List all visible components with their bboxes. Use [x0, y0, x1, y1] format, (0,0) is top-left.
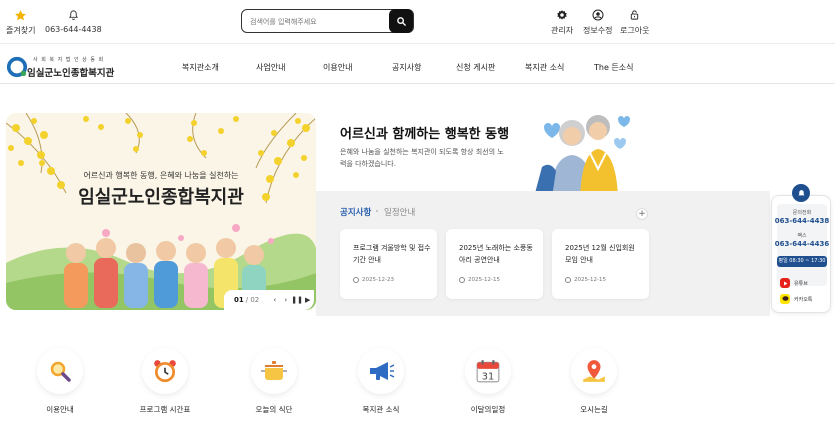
- nav-item-news[interactable]: 복지관 소식: [525, 62, 564, 73]
- main-navigation: 사 회 복 지 법 인 상 동 회 임실군노인종합복지관 복지관소개 사업안내 …: [0, 48, 835, 84]
- quick-menu-label: 이달의일정: [470, 405, 506, 414]
- lock-icon: [629, 8, 640, 22]
- phone-link[interactable]: 063-644-4438: [45, 8, 102, 34]
- admin-label: 관리자: [551, 26, 574, 35]
- favorites-button[interactable]: 즐겨찾기: [6, 8, 35, 36]
- contact-label: 문의전화: [792, 210, 812, 216]
- next-slide-icon[interactable]: ›: [280, 296, 291, 304]
- nav-item-notices[interactable]: 공지사항: [392, 62, 421, 73]
- intro-title: 어르신과 함께하는 행복한 동행: [340, 127, 510, 142]
- admin-button[interactable]: 관리자: [551, 8, 573, 36]
- megaphone-icon: [358, 348, 404, 394]
- magnifier-icon: [37, 348, 83, 394]
- fax-label: 팩스: [797, 233, 807, 239]
- page: 즐겨찾기 063-644-4438 관리자 정보수정: [0, 0, 835, 432]
- quick-menu-meal[interactable]: 오늘의 식단: [244, 348, 304, 415]
- quick-menu-label: 오시는길: [580, 405, 608, 414]
- widget-bell-icon[interactable]: [792, 184, 810, 202]
- notice-card[interactable]: 2025년 12월 신입회원 모임 안내 2025-12-15: [552, 229, 649, 299]
- notice-date-row: 2025-12-23: [353, 277, 394, 283]
- logout-button[interactable]: 로그아웃: [620, 8, 649, 36]
- kakao-label: 카카오톡: [794, 296, 813, 303]
- logo-mark-icon: [6, 56, 28, 78]
- quick-menu-label: 오늘의 식단: [255, 405, 293, 414]
- elderly-couple-illustration: [534, 115, 630, 197]
- slide-total: / 02: [245, 296, 260, 304]
- nav-item-about[interactable]: 복지관소개: [182, 62, 219, 73]
- youtube-label: 유튜브: [794, 280, 808, 287]
- quick-menu-news[interactable]: 복지관 소식: [351, 348, 411, 415]
- star-icon: [14, 8, 27, 22]
- logo-subtitle: 사 회 복 지 법 인 상 동 회: [33, 57, 105, 63]
- quick-menu-label: 프로그램 시간표: [139, 405, 191, 414]
- gear-icon: [556, 8, 568, 22]
- edit-info-button[interactable]: 정보수정: [583, 8, 612, 36]
- notice-title: 프로그램 겨울방학 및 접수기간 안내: [353, 244, 431, 264]
- quick-menu-schedule[interactable]: 31 이달의일정: [458, 348, 518, 415]
- banner-illustration: [6, 113, 316, 310]
- bell-icon: [68, 8, 79, 22]
- quick-menu-label: 이용안내: [46, 405, 74, 414]
- notice-title: 2025년 12월 신입회원 모임 안내: [565, 244, 635, 264]
- notice-date: 2025-12-15: [574, 277, 606, 283]
- logout-label: 로그아웃: [620, 26, 650, 35]
- clock-icon: [353, 277, 359, 283]
- intro-subtitle: 은혜와 나눔을 실천하는 복지관이 되도록 항상 최선의 노력을 다하겠습니다.: [340, 148, 504, 168]
- hours-badge: 평일 08:30 ~ 17:30: [777, 256, 827, 267]
- quick-menu-usage[interactable]: 이용안내: [30, 348, 90, 415]
- search-icon: [396, 16, 406, 26]
- phone-label: 063-644-4438: [45, 25, 102, 34]
- contact-widget: 문의전화 063-644-4438 팩스 063-644-4436 평일 08:…: [771, 195, 831, 313]
- contact-phone: 063-644-4438: [774, 217, 830, 225]
- kakao-icon: [780, 294, 790, 304]
- notice-date: 2025-12-15: [468, 277, 500, 283]
- quick-menu-timetable[interactable]: 프로그램 시간표: [135, 348, 195, 415]
- nav-item-application[interactable]: 신청 게시판: [456, 62, 495, 73]
- nav-item-services[interactable]: 사업안내: [256, 62, 285, 73]
- play-icon[interactable]: ▶: [302, 296, 313, 304]
- notice-title: 2025년 노래하는 소풍동아리 공연안내: [459, 244, 533, 264]
- hero-banner[interactable]: 어르신과 행복한 동행, 은혜와 나눔을 실천하는 임실군노인종합복지관: [6, 113, 316, 310]
- clock-icon: [459, 277, 465, 283]
- nav-item-usage[interactable]: 이용안내: [323, 62, 352, 73]
- notice-date-row: 2025-12-15: [459, 277, 500, 283]
- search-box: [241, 9, 414, 33]
- nav-item-the-news[interactable]: The 든소식: [594, 62, 634, 73]
- search-button[interactable]: [389, 9, 413, 33]
- slide-current: 01: [234, 296, 244, 304]
- notice-date: 2025-12-23: [362, 277, 394, 283]
- tab-notices[interactable]: 공지사항: [340, 206, 371, 218]
- banner-caption: 어르신과 행복한 동행, 은혜와 나눔을 실천하는: [83, 171, 239, 180]
- pause-icon[interactable]: ❚❚: [291, 296, 303, 304]
- banner-title: 임실군노인종합복지관: [78, 187, 244, 208]
- map-pin-icon: [571, 348, 617, 394]
- youtube-link[interactable]: 유튜브: [780, 278, 808, 288]
- kakao-link[interactable]: 카카오톡: [780, 294, 812, 304]
- site-logo[interactable]: 사 회 복 지 법 인 상 동 회 임실군노인종합복지관: [6, 53, 126, 79]
- more-notices-button[interactable]: +: [636, 208, 648, 220]
- notice-card[interactable]: 2025년 노래하는 소풍동아리 공연안내 2025-12-15: [446, 229, 543, 299]
- youtube-icon: [780, 278, 790, 288]
- edit-info-label: 정보수정: [583, 26, 613, 35]
- calendar-icon: 31: [465, 348, 511, 394]
- search-input[interactable]: [250, 14, 380, 29]
- svg-text:31: 31: [482, 372, 494, 383]
- favorites-label: 즐겨찾기: [6, 26, 36, 35]
- logo-name: 임실군노인종합복지관: [27, 68, 115, 79]
- quick-menu-directions[interactable]: 오시는길: [564, 348, 624, 415]
- top-utility-bar: 즐겨찾기 063-644-4438 관리자 정보수정: [0, 0, 835, 44]
- user-circle-icon: [592, 8, 604, 22]
- quick-menu-label: 복지관 소식: [362, 405, 400, 414]
- slide-controls: 01 / 02 ‹ › ❚❚ ▶: [224, 290, 314, 310]
- notice-date-row: 2025-12-15: [565, 277, 606, 283]
- tab-schedule[interactable]: 일정안내: [384, 206, 415, 218]
- clock-icon: [565, 277, 571, 283]
- notice-card[interactable]: 프로그램 겨울방학 및 접수기간 안내 2025-12-23: [340, 229, 437, 299]
- fax-number: 063-644-4436: [774, 240, 830, 248]
- alarm-clock-icon: [142, 348, 188, 394]
- tab-separator: [376, 210, 378, 212]
- pot-icon: [251, 348, 297, 394]
- prev-slide-icon[interactable]: ‹: [269, 296, 280, 304]
